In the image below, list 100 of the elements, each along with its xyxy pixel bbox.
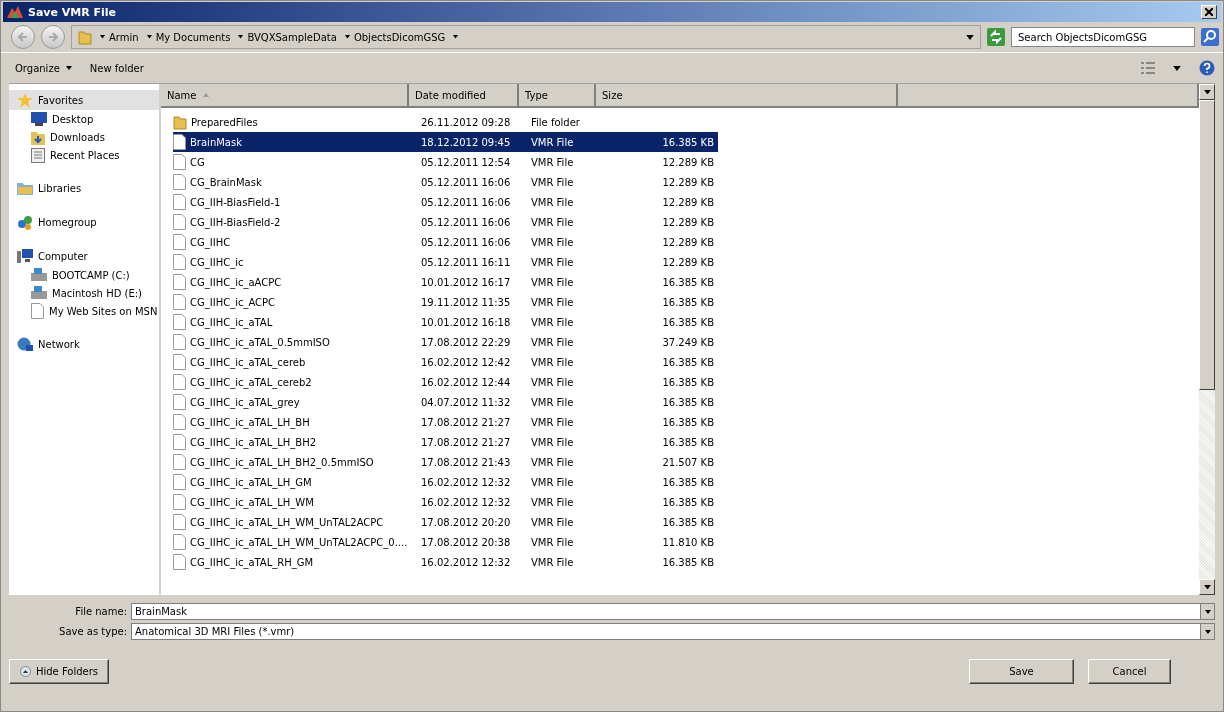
- date-cell-text: 17.08.2012 22:29: [421, 336, 512, 348]
- file-icon: [173, 534, 186, 550]
- file-icon: [173, 454, 186, 470]
- size-cell-text: 12.289 KB: [661, 256, 715, 268]
- file-row[interactable]: CG_IIHC_ic_aTAL 10.01.2012 16:18 VMR File 16.385 KB: [173, 312, 718, 332]
- file-row[interactable]: CG_IIHC_ic_aTAL_0.5mmISO 17.08.2012 22:29 VMR File 37.249 KB: [173, 332, 718, 352]
- search-icon[interactable]: [1201, 28, 1219, 46]
- date-cell-text: 17.08.2012 21:27: [421, 416, 512, 428]
- nav-item[interactable]: My Web Sites on MSN: [9, 302, 159, 320]
- column-header[interactable]: Size: [596, 84, 898, 106]
- type-cell-text: VMR File: [531, 176, 575, 188]
- size-cell-text: 12.289 KB: [661, 176, 715, 188]
- scrollbar-thumb[interactable]: [1199, 100, 1215, 390]
- breadcrumb[interactable]: Armin: [100, 31, 139, 43]
- save-button[interactable]: Save: [969, 659, 1074, 684]
- file-row[interactable]: CG_IIHC_ic_aTAL_RH_GM 16.02.2012 12:32 VMR File 16.385 KB: [173, 552, 718, 572]
- file-row[interactable]: CG_IIHC_ic_aTAL_LH_WM 16.02.2012 12:32 VMR File 16.385 KB: [173, 492, 718, 512]
- file-row[interactable]: CG_IIHC_ic_aTAL_LH_BH2_0.5mmISO 17.08.2012 21:43 VMR File 21.507 KB: [173, 452, 718, 472]
- file-icon: [173, 154, 186, 170]
- file-row[interactable]: CG_IIHC_ic_aTAL_LH_GM 16.02.2012 12:32 VMR File 16.385 KB: [173, 472, 718, 492]
- size-cell-text: 21.507 KB: [661, 456, 715, 468]
- nav-item[interactable]: Favorites: [9, 90, 159, 110]
- new-folder-button[interactable]: New folder: [89, 60, 144, 76]
- nav-item[interactable]: Downloads: [9, 128, 159, 146]
- size-cell-text: 16.385 KB: [661, 356, 715, 368]
- file-icon: [173, 174, 186, 190]
- scroll-down-icon: [1203, 584, 1211, 590]
- globe-icon: [17, 337, 33, 351]
- nav-item[interactable]: Macintosh HD (E:): [9, 284, 159, 302]
- nav-item[interactable]: Recent Places: [9, 146, 159, 164]
- file-icon: [173, 514, 186, 530]
- file-row[interactable]: CG_IIHC_ic 05.12.2011 16:11 VMR File 12.289 KB: [173, 252, 718, 272]
- search-field[interactable]: Search ObjectsDicomGSG: [1011, 27, 1195, 47]
- breadcrumb[interactable]: ObjectsDicomGSG: [344, 31, 446, 43]
- file-icon: [173, 354, 186, 370]
- collapse-icon: [19, 666, 31, 677]
- close-button[interactable]: [1201, 5, 1217, 19]
- file-name: CG_IIHC_ic_aTAL_grey: [190, 396, 300, 408]
- file-name: CG_IIHC_ic: [190, 256, 244, 268]
- file-row[interactable]: CG_IIHC_ic_aTAL_LH_BH 17.08.2012 21:27 VMR File 16.385 KB: [173, 412, 718, 432]
- date-cell-text: 19.11.2012 11:35: [421, 296, 512, 308]
- nav-item[interactable]: BOOTCAMP (C:): [9, 266, 159, 284]
- cancel-button[interactable]: Cancel: [1088, 659, 1171, 684]
- type-cell-text: VMR File: [531, 216, 575, 228]
- file-row[interactable]: CG_IIHC_ic_aACPC 10.01.2012 16:17 VMR File 16.385 KB: [173, 272, 718, 292]
- address-bar[interactable]: Armin My Documents BVQXSampleData ObjectsDicomGSG: [71, 25, 981, 49]
- file-row[interactable]: CG_IIHC_ic_aTAL_cereb2 16.02.2012 12:44 VMR File 16.385 KB: [173, 372, 718, 392]
- nav-item[interactable]: Homegroup: [9, 212, 159, 232]
- file-row[interactable]: BrainMask 18.12.2012 09:45 VMR File 16.385 KB: [173, 132, 718, 152]
- file-row[interactable]: CG_IIH-BiasField-2 05.12.2011 16:06 VMR File 12.289 KB: [173, 212, 718, 232]
- nav-item[interactable]: Libraries: [9, 178, 159, 198]
- type-cell-text: VMR File: [531, 496, 575, 508]
- column-header[interactable]: Type: [519, 84, 596, 106]
- forward-arrow-icon: [48, 32, 58, 42]
- type-cell-text: VMR File: [531, 536, 575, 548]
- organize-menu[interactable]: Organize: [15, 60, 72, 76]
- file-row[interactable]: CG_IIHC 05.12.2011 16:06 VMR File 12.289 KB: [173, 232, 718, 252]
- caret-icon: [453, 35, 459, 39]
- dropdown-button[interactable]: [1200, 603, 1215, 620]
- nav-item[interactable]: Network: [9, 334, 159, 354]
- caret-icon: [146, 35, 152, 39]
- column-header[interactable]: Date modified: [409, 84, 519, 106]
- breadcrumb[interactable]: BVQXSampleData: [238, 31, 337, 43]
- file-name-field[interactable]: BrainMask: [131, 603, 1200, 620]
- caret-icon: [344, 35, 350, 39]
- nav-item[interactable]: Computer: [9, 246, 159, 266]
- file-icon: [173, 394, 186, 410]
- help-icon[interactable]: [1199, 60, 1215, 76]
- file-row[interactable]: CG_IIHC_ic_aTAL_grey 04.07.2012 11:32 VMR File 16.385 KB: [173, 392, 718, 412]
- file-name: CG_IIHC_ic_aTAL_LH_WM_UnTAL2ACPC_0....: [190, 536, 408, 548]
- hide-folders-button[interactable]: Hide Folders: [9, 659, 109, 684]
- dropdown-button[interactable]: [1200, 623, 1215, 640]
- type-cell-text: VMR File: [531, 356, 575, 368]
- close-icon: [1205, 8, 1213, 16]
- file-row[interactable]: CG_IIHC_ic_aTAL_cereb 16.02.2012 12:42 VMR File 16.385 KB: [173, 352, 718, 372]
- file-row[interactable]: CG 05.12.2011 12:54 VMR File 12.289 KB: [173, 152, 718, 172]
- save-type-label: Save as type:: [58, 626, 127, 637]
- file-row[interactable]: CG_IIH-BiasField-1 05.12.2011 16:06 VMR File 12.289 KB: [173, 192, 718, 212]
- date-cell-text: 05.12.2011 16:06: [421, 196, 512, 208]
- file-row[interactable]: PreparedFiles 26.11.2012 09:28 File folder: [173, 112, 718, 132]
- breadcrumb[interactable]: My Documents: [146, 31, 231, 43]
- computer-icon: [17, 249, 33, 263]
- people-icon: [17, 214, 33, 230]
- file-row[interactable]: CG_IIHC_ic_aTAL_LH_WM_UnTAL2ACPC_0.... 17.08.2012 20:38 VMR File 11.810 KB: [173, 532, 718, 552]
- date-cell-text: 17.08.2012 21:27: [421, 436, 512, 448]
- date-cell-text: 16.02.2012 12:32: [421, 496, 512, 508]
- caret-icon: [65, 66, 72, 70]
- file-row[interactable]: CG_BrainMask 05.12.2011 16:06 VMR File 12.289 KB: [173, 172, 718, 192]
- file-icon: [173, 374, 186, 390]
- file-row[interactable]: CG_IIHC_ic_aTAL_LH_WM_UnTAL2ACPC 17.08.2012 20:20 VMR File 16.385 KB: [173, 512, 718, 532]
- file-row[interactable]: CG_IIHC_ic_aTAL_LH_BH2 17.08.2012 21:27 VMR File 16.385 KB: [173, 432, 718, 452]
- vertical-scrollbar[interactable]: [1199, 84, 1215, 595]
- type-cell-text: VMR File: [531, 416, 575, 428]
- folder-icon: [173, 114, 187, 130]
- back-arrow-icon: [18, 32, 28, 42]
- nav-item[interactable]: Desktop: [9, 110, 159, 128]
- file-row[interactable]: CG_IIHC_ic_ACPC 19.11.2012 11:35 VMR File 16.385 KB: [173, 292, 718, 312]
- save-type-dropdown[interactable]: Anatomical 3D MRI Files (*.vmr): [131, 623, 1200, 640]
- refresh-icon[interactable]: [987, 28, 1005, 46]
- column-header[interactable]: Name: [161, 84, 409, 106]
